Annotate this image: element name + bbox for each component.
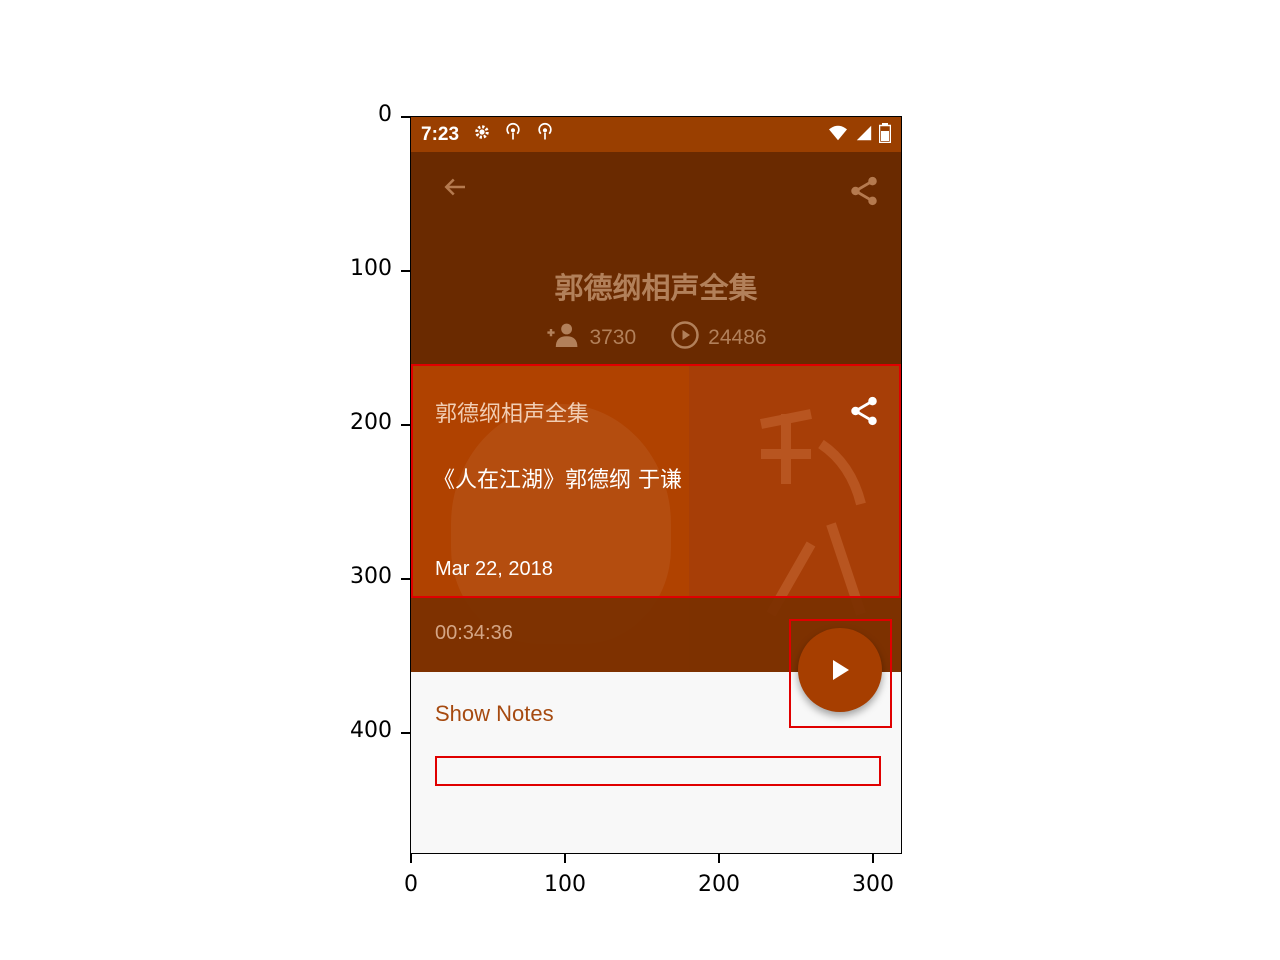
back-button[interactable] bbox=[437, 172, 473, 208]
episode-duration: 00:34:36 bbox=[435, 622, 513, 644]
y-tick-label: 300 bbox=[350, 564, 392, 589]
play-count: 24486 bbox=[708, 326, 767, 349]
battery-icon bbox=[878, 122, 892, 147]
arrow-left-icon bbox=[444, 178, 465, 196]
show-notes-content bbox=[435, 756, 881, 786]
share-button[interactable] bbox=[847, 174, 883, 210]
status-right-icons bbox=[827, 122, 892, 147]
x-tick-label: 100 bbox=[544, 872, 586, 897]
wifi-icon bbox=[827, 124, 849, 146]
status-time: 7:23 bbox=[421, 123, 460, 145]
y-tick bbox=[401, 270, 410, 272]
share-icon bbox=[851, 176, 877, 206]
y-tick-label: 200 bbox=[350, 410, 392, 435]
y-tick bbox=[401, 732, 410, 734]
show-notes-title: Show Notes bbox=[435, 701, 554, 726]
x-tick bbox=[564, 854, 566, 863]
podcast-icon bbox=[503, 122, 523, 147]
gear-icon bbox=[473, 123, 491, 146]
status-bar: 7:23 bbox=[411, 117, 901, 152]
play-button-highlight bbox=[789, 619, 892, 728]
podcast-title: 郭德纲相声全集 bbox=[554, 271, 758, 305]
episode-date: Mar 22, 2018 bbox=[435, 558, 553, 580]
add-person-icon bbox=[545, 323, 581, 353]
podcast-stats: 3730 24486 bbox=[411, 320, 901, 356]
y-tick bbox=[401, 578, 410, 580]
episode-share-button[interactable] bbox=[847, 394, 883, 430]
y-tick-label: 400 bbox=[350, 718, 392, 743]
phone-screen: 7:23 郭德纲相声全集 3730 24486 郭德纲相声全集 《人在江湖》郭德… bbox=[410, 116, 902, 854]
y-tick bbox=[401, 116, 410, 118]
y-tick-label: 100 bbox=[350, 256, 392, 281]
signal-icon bbox=[855, 124, 873, 146]
card-podcast-name: 郭德纲相声全集 bbox=[435, 402, 590, 427]
y-tick bbox=[401, 424, 410, 426]
x-tick-label: 200 bbox=[698, 872, 740, 897]
x-tick-label: 0 bbox=[404, 872, 418, 897]
subscriber-count: 3730 bbox=[589, 326, 637, 349]
episode-title: 《人在江湖》郭德纲 于谦 bbox=[433, 468, 682, 493]
y-tick-label: 0 bbox=[378, 102, 392, 127]
x-tick bbox=[410, 854, 412, 863]
x-tick bbox=[872, 854, 874, 863]
podcast-header: 郭德纲相声全集 3730 24486 bbox=[411, 152, 901, 364]
podcast-icon bbox=[535, 122, 555, 147]
share-icon bbox=[851, 396, 877, 426]
play-circle-icon bbox=[670, 320, 700, 356]
x-tick-label: 300 bbox=[852, 872, 894, 897]
x-tick bbox=[718, 854, 720, 863]
